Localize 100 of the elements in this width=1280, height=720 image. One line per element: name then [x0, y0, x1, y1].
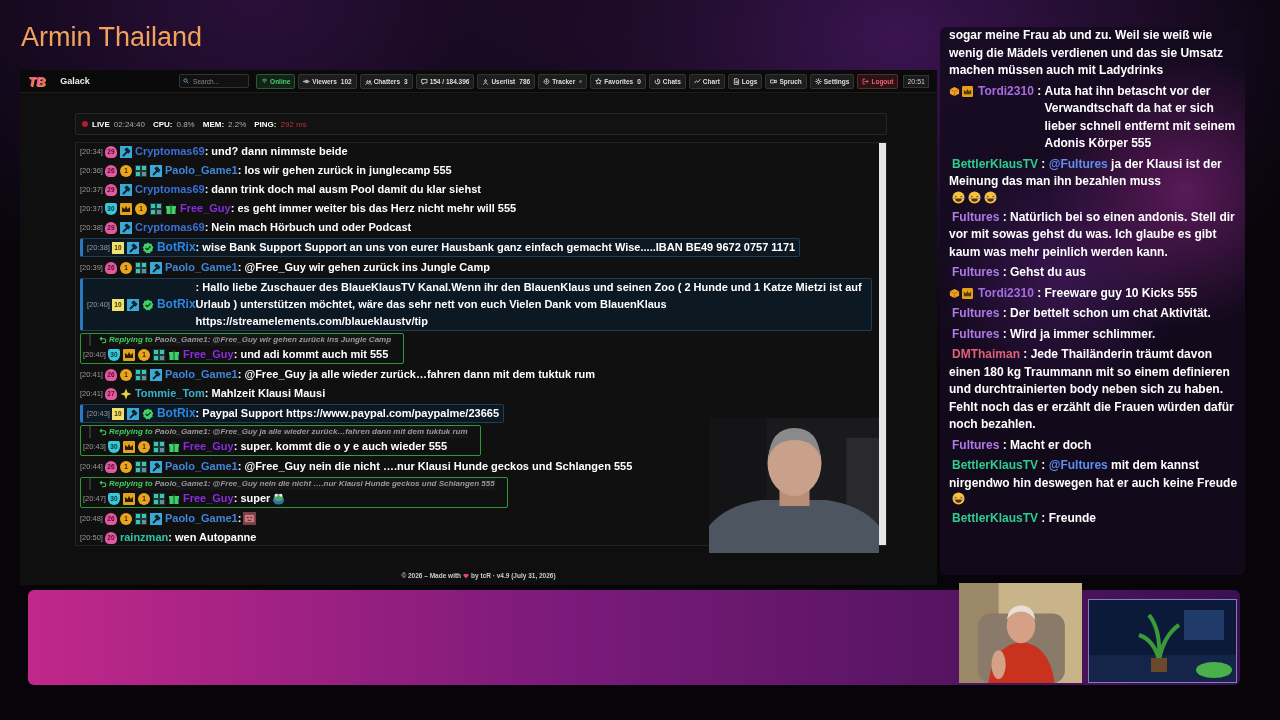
reply-preview-text: Replying to Paolo_Game1: @Free_Guy ja alle wieder zurück…fahren dann mit dem tuktuk rum: [109, 426, 468, 438]
app-name: Galack: [60, 76, 90, 86]
gift-badge-icon: [167, 348, 180, 361]
status-label: LIVE: [92, 119, 110, 129]
status-value: 02:24:40: [113, 119, 145, 129]
crown-badge-icon: [962, 85, 973, 97]
hammer-badge-icon: [126, 298, 139, 311]
message-text: : Paypal Support https://www.paypal.com/paypalme/23665: [195, 406, 499, 421]
hammer-badge-icon: [119, 183, 132, 196]
history-icon: [653, 77, 661, 85]
username[interactable]: Free_Guy: [179, 200, 231, 217]
document-icon: [732, 77, 740, 85]
chat-message: BettlerKlausTV : @Fultures ja der Klausi ist der Meinung das man ihn bezahlen muss: [949, 156, 1222, 188]
message-text: : super: [233, 491, 271, 506]
hammer-badge-icon: [149, 512, 162, 525]
reply-preview-text: Replying to Paolo_Game1: @Free_Guy wir gehen zurück ins Jungle Camp: [109, 334, 392, 346]
username[interactable]: Free_Guy: [182, 438, 234, 455]
grid-badge-icon: [152, 492, 165, 505]
username[interactable]: Free_Guy: [182, 346, 234, 363]
crown-badge-icon: [962, 287, 973, 299]
message-text: : los wir gehen zurück in junglecamp 555: [237, 163, 452, 178]
message-text: : es geht immer weiter bis das Herz nicht mehr will 555: [230, 201, 517, 216]
separator-text: :: [1036, 284, 1043, 302]
username[interactable]: Paolo_Game1: [164, 458, 238, 475]
grid-badge-icon: [152, 440, 165, 453]
crown-badge-icon: [122, 492, 135, 505]
message-text: Freeware guy 10 Kicks 555: [1044, 284, 1198, 302]
sticker-emote-icon: [243, 512, 257, 525]
mention-link[interactable]: @Fultures: [1048, 156, 1108, 171]
hammer-badge-icon: [119, 221, 132, 234]
grid-badge-icon: [149, 202, 162, 215]
username[interactable]: BotRix: [156, 296, 196, 313]
chat-message: BettlerKlausTV : @Fultures mit dem kannst nirgendwo hin deswegen hat er auch keine Freude: [949, 458, 1238, 490]
message-text: : Hallo liebe Zuschauer des BlaueKlausTV Kanal.Wenn ihr den BlauenKlaus und seinen Zoo ( 2 Hunde und 1 Katze Mietzi ist auf Urlaub ) unterstützen möchtet, wäre das sehr nett von euch Vielen Dank vom BlauenKlaus https://streamelements.com/blaueklaustv/tip: [195, 280, 863, 329]
gift-badge-icon: [164, 202, 177, 215]
crown-badge-icon: [122, 348, 135, 361]
message-text: : und? dann nimmste beide: [204, 144, 348, 159]
message-text: : Nein mach Hörbuch und oder Podcast: [204, 220, 412, 235]
message-text: : @Free_Guy wir gehen zurück ins Jungle Camp: [237, 260, 490, 275]
username[interactable]: Paolo_Game1: [164, 366, 238, 383]
reply-arrow-icon: [99, 480, 107, 488]
gear-icon: [814, 77, 822, 85]
status-value: 292 ms: [280, 119, 307, 129]
message-text: : wen Autopanne: [168, 530, 257, 545]
laughing-emoji-icon: [968, 190, 981, 204]
gift-badge-icon: [167, 492, 180, 505]
hammer-badge-icon: [149, 368, 162, 381]
crown-badge-icon: [119, 202, 132, 215]
crown-badge-icon: [122, 440, 135, 453]
message-text: : @Free_Guy ja alle wieder zurück…fahren dann mit dem tuktuk rum: [237, 367, 595, 382]
logo: TB: [28, 73, 46, 89]
message-text: : Mahlzeit Klausi Mausi: [204, 386, 326, 401]
status-value: 2.2%: [228, 119, 247, 129]
live-dot: [82, 121, 88, 127]
username[interactable]: Tommie_Tom: [134, 385, 205, 402]
laughing-emoji-icon: [984, 190, 997, 204]
eye-icon: [303, 77, 311, 85]
username[interactable]: BotRix: [156, 239, 196, 256]
grid-badge-icon: [134, 164, 147, 177]
reply-arrow-icon: [99, 428, 107, 436]
line-chart-icon: [693, 77, 701, 85]
grid-badge-icon: [134, 512, 147, 525]
target-icon: [543, 77, 551, 85]
username[interactable]: Cryptomas69: [134, 143, 205, 160]
username[interactable]: Cryptomas69: [134, 219, 205, 236]
chat-message: Fultures : Der bettelt schon um chat Aktivität.: [951, 306, 1211, 320]
mention-link[interactable]: @Fultures: [1048, 458, 1108, 472]
person-icon: [482, 77, 490, 85]
grid-badge-icon: [134, 261, 147, 274]
username[interactable]: Tordi2310: [978, 284, 1034, 302]
message-text: :: [237, 511, 242, 526]
chat-message: Fultures : Gehst du aus: [951, 265, 1087, 279]
verified-badge-icon: [141, 241, 154, 254]
grid-badge-icon: [134, 460, 147, 473]
reply-preview-text: Replying to Paolo_Game1: @Free_Guy nein die nicht ….nur Klausi Hunde geckos und Schlangen 555: [109, 478, 495, 490]
signal-icon: [261, 77, 269, 85]
message-text: : super. kommt die o y e auch wieder 555: [233, 439, 448, 454]
username[interactable]: Tordi2310: [978, 82, 1034, 100]
status-dot: [579, 79, 583, 83]
frog-emote-icon: [272, 492, 286, 505]
heart-icon: [463, 572, 470, 579]
hammer-badge-icon: [149, 460, 162, 473]
username[interactable]: Cryptomas69: [134, 181, 205, 198]
chat-bubble-icon: [420, 77, 428, 85]
username[interactable]: Free_Guy: [182, 490, 234, 507]
username[interactable]: Paolo_Game1: [164, 259, 238, 276]
hammer-badge-icon: [126, 241, 139, 254]
chat-message: sogar meine Frau ab und zu. Weil sie weiß wie wenig die Mädels verdienen und das sie Umsatz machen müssen auch mit Ladydrinks: [949, 28, 1224, 77]
status-label: MEM:: [202, 119, 225, 129]
gift-badge-icon: [167, 440, 180, 453]
username[interactable]: Paolo_Game1: [164, 510, 238, 527]
logout-icon: [862, 77, 870, 85]
username[interactable]: BotRix: [156, 405, 196, 422]
star-badge-icon: [119, 387, 132, 400]
username[interactable]: Paolo_Game1: [164, 162, 238, 179]
message-text: : dann trink doch mal ausm Pool damit du klar siehst: [204, 182, 481, 197]
cube-badge-icon: [949, 85, 960, 97]
scrollbar[interactable]: [879, 143, 886, 545]
search-icon: [183, 78, 190, 84]
message-text: : und adi kommt auch mit 555: [233, 347, 389, 362]
